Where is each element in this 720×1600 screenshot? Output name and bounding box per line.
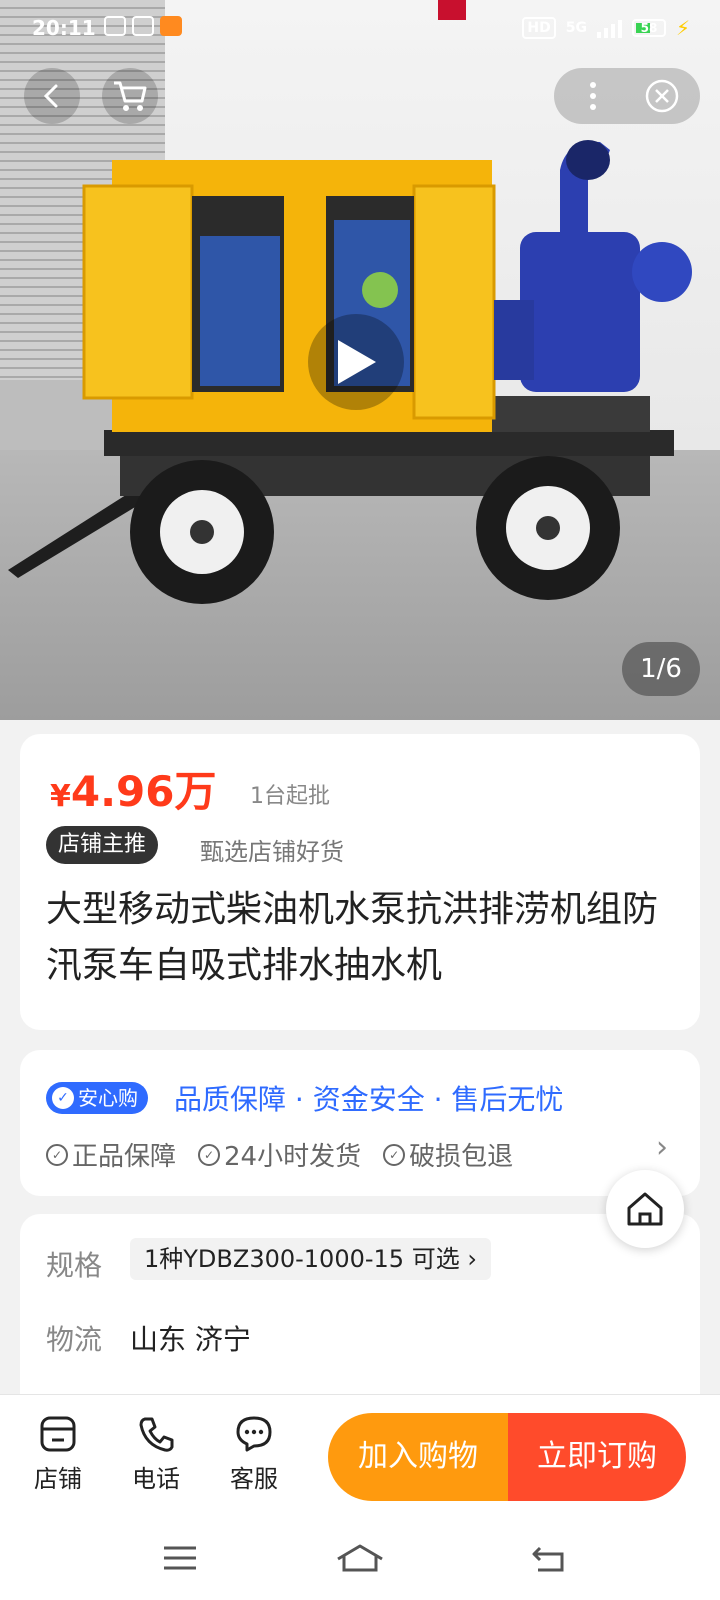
network-type: 5G [565, 20, 587, 36]
logistics-label: 物流 [46, 1323, 103, 1356]
top-action-pill [554, 68, 700, 124]
app-notification-icon [160, 16, 182, 36]
home-icon [627, 1192, 663, 1226]
notification-icons [104, 16, 182, 36]
add-to-cart-button[interactable]: 加入购物 [328, 1413, 508, 1501]
status-time: 20:11 [32, 16, 96, 40]
price-card: ¥4.96万 1台起批 店铺主推 甄选店铺好货 大型移动式柴油机水泵抗洪排涝机组… [20, 734, 700, 1030]
play-video-button[interactable] [308, 314, 404, 410]
guarantee-item: ✓ 24小时发货 [198, 1136, 361, 1173]
more-dots-icon [590, 82, 596, 110]
signal-icon [596, 18, 622, 38]
shop-icon [40, 1416, 76, 1452]
home-button[interactable] [606, 1170, 684, 1248]
shop-label: 店铺 [34, 1465, 82, 1493]
buy-now-button[interactable]: 立即订购 [508, 1413, 686, 1501]
customer-service-button[interactable]: 客服 [214, 1415, 294, 1494]
nav-home-button[interactable] [330, 1536, 390, 1580]
image-notification-icon [104, 16, 126, 36]
logistics-value: 山东 济宁 [130, 1323, 251, 1356]
system-nav-bar [0, 1514, 720, 1600]
phone-icon [139, 1417, 174, 1452]
min-order: 1台起批 [250, 784, 330, 809]
shop-recommend-tag: 店铺主推 [46, 826, 159, 864]
chevron-right-icon: › [656, 1130, 668, 1165]
product-title: 大型移动式柴油机水泵抗洪排涝机组防汛泵车自吸式排水抽水机 [46, 889, 659, 986]
chat-icon [236, 1416, 272, 1452]
cart-button[interactable] [102, 68, 158, 124]
system-icons: HD 5G 58 ⚡ [522, 16, 690, 40]
check-circle-icon: ✓ [198, 1143, 221, 1166]
spec-selector[interactable]: 1种YDBZ300-1000-15 可选 › [130, 1238, 491, 1280]
phone-button[interactable]: 电话 [116, 1415, 196, 1494]
nav-menu-button[interactable] [150, 1536, 210, 1580]
assure-badge-label: 安心购 [78, 1086, 138, 1110]
price-symbol: ¥ [50, 779, 71, 814]
check-icon: ✓ [52, 1087, 74, 1109]
guarantee-list: ✓ 正品保障 ✓ 24小时发货 ✓ 破损包退 [46, 1136, 513, 1173]
close-icon [645, 79, 679, 113]
nav-back-icon [532, 1546, 564, 1572]
guarantee-item-label: 正品保障 [72, 1142, 177, 1172]
price: ¥4.96万 [50, 758, 217, 819]
price-amount: 4.96万 [70, 767, 217, 816]
nav-home-icon [337, 1544, 383, 1572]
guarantee-item-label: 破损包退 [409, 1142, 514, 1172]
hd-icon: HD [522, 17, 556, 39]
image-page-indicator: 1/6 [622, 642, 700, 696]
spec-card: 规格 1种YDBZ300-1000-15 可选 › 物流 山东 济宁 [20, 1214, 700, 1414]
charging-icon: ⚡ [675, 16, 690, 40]
shop-recommend-desc: 甄选店铺好货 [200, 838, 344, 866]
guarantee-item: ✓ 正品保障 [46, 1136, 176, 1173]
menu-icon [164, 1546, 196, 1570]
back-arrow-icon [43, 84, 58, 108]
service-label: 客服 [230, 1465, 278, 1493]
cart-icon [114, 81, 147, 111]
close-button[interactable] [634, 68, 690, 124]
guarantee-item: ✓ 破损包退 [383, 1136, 513, 1173]
assure-badge: ✓ 安心购 [46, 1082, 148, 1114]
status-bar: 20:11 HD 5G 58 ⚡ [0, 0, 720, 60]
guarantee-item-label: 24小时发货 [224, 1142, 362, 1172]
play-icon [338, 340, 376, 384]
more-button[interactable] [568, 68, 618, 124]
spec-label: 规格 [46, 1249, 103, 1282]
battery-level: 58 [640, 21, 658, 35]
check-circle-icon: ✓ [383, 1143, 406, 1166]
check-circle-icon: ✓ [46, 1143, 68, 1166]
link-notification-icon [132, 16, 154, 36]
nav-back-button[interactable] [518, 1536, 578, 1580]
guarantee-card[interactable]: ✓ 安心购 品质保障 · 资金安全 · 售后无忧 ✓ 正品保障 ✓ 24小时发货… [20, 1050, 700, 1196]
battery-icon: 58 [631, 19, 666, 37]
bottom-action-bar: 店铺 电话 客服 加入购物 立即订购 [0, 1394, 720, 1514]
shop-button[interactable]: 店铺 [18, 1415, 98, 1494]
back-button[interactable] [24, 68, 80, 124]
assure-summary: 品质保障 · 资金安全 · 售后无忧 [174, 1083, 564, 1116]
phone-label: 电话 [132, 1465, 180, 1493]
